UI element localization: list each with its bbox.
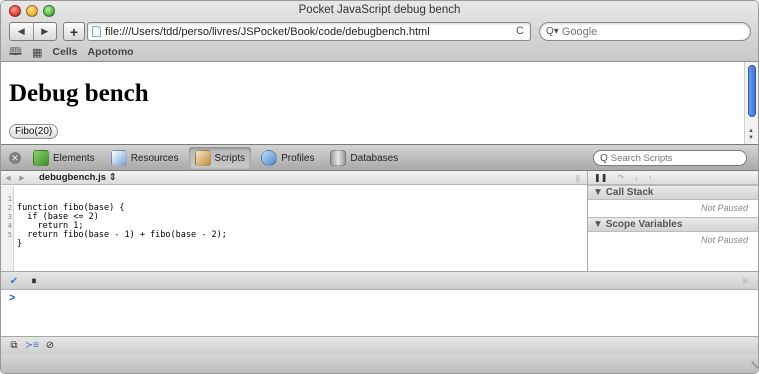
inspector-panel-tabs: Elements Resources Scripts Profiles Data…: [27, 147, 404, 169]
fibo-button[interactable]: Fibo(20): [9, 124, 59, 139]
databases-icon: [330, 150, 347, 166]
resources-icon: [110, 150, 127, 166]
tab-scripts[interactable]: Scripts: [188, 147, 252, 169]
back-button[interactable]: ◀: [10, 23, 34, 40]
window-bottom-bar: |||: [1, 354, 758, 373]
call-stack-header[interactable]: ▼ Call Stack: [588, 185, 758, 200]
resize-handle-icon[interactable]: ≡: [738, 275, 752, 288]
back-icon[interactable]: ◀: [1, 174, 15, 182]
call-stack-title: Call Stack: [605, 187, 654, 198]
code-line: 5 }: [1, 222, 42, 249]
forward-icon[interactable]: ▶: [15, 174, 29, 182]
checkmark-icon[interactable]: ✔: [7, 275, 21, 288]
tab-label: Resources: [130, 152, 179, 164]
script-file-select[interactable]: debugbench.js ⇕: [39, 172, 117, 183]
page-content: Debug bench Fibo(20) ▲ ▼: [1, 62, 758, 144]
tab-label: Scripts: [214, 152, 246, 164]
scope-variables-header[interactable]: ▼ Scope Variables: [588, 217, 758, 232]
bookmarks-bar: 🕮 ▦ Cells Apotomo: [9, 44, 134, 60]
url-text[interactable]: file:///Users/tdd/perso/livres/JSPocket/…: [105, 26, 430, 38]
inspector-close-button[interactable]: ✕: [9, 152, 21, 164]
splitter-grip-icon[interactable]: |||: [576, 174, 580, 183]
console-icon[interactable]: ≻≡: [25, 339, 39, 352]
address-bar[interactable]: file:///Users/tdd/perso/livres/JSPocket/…: [87, 22, 531, 41]
console-area[interactable]: >: [1, 290, 758, 336]
profiles-icon: [261, 150, 278, 166]
forward-arrow-icon: ▶: [41, 26, 49, 36]
page-scroll-thumb[interactable]: [748, 65, 756, 117]
back-arrow-icon: ◀: [17, 26, 25, 36]
tab-resources[interactable]: Resources: [105, 147, 185, 169]
page-scrollbar[interactable]: ▲ ▼: [744, 62, 758, 144]
scope-variables-status: Not Paused: [700, 235, 748, 245]
page-heading: Debug bench: [9, 80, 149, 107]
code-line: 2 if (base <= 2): [1, 195, 99, 222]
magnifier-icon: Q▾: [546, 26, 559, 37]
dock-icon[interactable]: ⧉: [7, 339, 21, 352]
step-into-icon[interactable]: ↓: [634, 173, 638, 182]
scripts-panel: ◀ ▶ debugbench.js ⇕ ||| 1 function fibo(…: [1, 171, 758, 271]
inspector-status-bar: ⧉ ≻≡ ⊘: [1, 336, 758, 354]
code-line: 3 return 1;: [1, 204, 84, 231]
reload-icon[interactable]: C: [516, 25, 524, 37]
call-stack-status: Not Paused: [700, 203, 748, 213]
bookmark-apotomo[interactable]: Apotomo: [88, 46, 134, 58]
search-scripts-input[interactable]: [610, 152, 741, 164]
console-prompt[interactable]: >: [9, 292, 15, 304]
forward-button[interactable]: ▶: [34, 23, 57, 40]
select-arrows-icon: ⇕: [108, 172, 117, 183]
tab-databases[interactable]: Databases: [324, 147, 404, 169]
close-icon: ✕: [11, 152, 19, 163]
inspector-toolbar: ✕ Elements Resources Scripts Profiles Da…: [1, 144, 758, 171]
tab-label: Profiles: [281, 152, 315, 164]
step-out-icon[interactable]: ↑: [648, 173, 652, 182]
step-over-icon[interactable]: ↷: [617, 173, 624, 182]
console-toolbar: ✔ ⏸ ≡: [1, 271, 758, 290]
clear-console-icon[interactable]: ⊘: [43, 339, 57, 352]
tab-elements[interactable]: Elements: [27, 147, 101, 169]
browser-chrome: Pocket JavaScript debug bench ◀ ▶ + file…: [1, 1, 758, 62]
search-icon: Q: [600, 152, 608, 164]
web-search-input[interactable]: [561, 25, 742, 38]
window-resize-grip-icon[interactable]: |||: [750, 361, 758, 369]
elements-icon: [33, 150, 49, 166]
pause-icon[interactable]: ❚❚: [594, 173, 607, 182]
source-code-view[interactable]: 1 function fibo(base) { 2 if (base <= 2)…: [1, 186, 587, 271]
code-line: 4 return fibo(base - 1) + fibo(base - 2)…: [1, 213, 227, 240]
back-forward-group: ◀ ▶: [9, 22, 57, 41]
add-bookmark-button[interactable]: +: [63, 22, 85, 41]
tab-label: Databases: [350, 152, 399, 164]
plus-icon: +: [69, 23, 79, 40]
bookmark-cells[interactable]: Cells: [52, 46, 77, 58]
top-sites-grid-icon[interactable]: ▦: [32, 46, 42, 59]
search-scripts-field[interactable]: Q: [593, 150, 747, 166]
script-navigation-bar: ◀ ▶ debugbench.js ⇕ |||: [1, 171, 587, 185]
pause-on-exceptions-icon[interactable]: ⏸: [27, 275, 41, 288]
window-title: Pocket JavaScript debug bench: [298, 4, 461, 16]
scope-variables-title: Scope Variables: [605, 219, 683, 230]
code-text: }: [17, 239, 23, 249]
tab-label: Elements: [53, 152, 95, 164]
debugger-sidebar: ❚❚ ↷ ↓ ↑ ▼ Call Stack Not Paused ▼ Scope…: [587, 171, 758, 271]
tab-profiles[interactable]: Profiles: [255, 147, 320, 169]
disclosure-triangle-icon: ▼: [593, 219, 603, 230]
browser-window: Pocket JavaScript debug bench ◀ ▶ + file…: [0, 0, 759, 374]
line-number[interactable]: 5: [1, 231, 12, 240]
debugger-controls: ❚❚ ↷ ↓ ↑: [588, 171, 758, 185]
web-search-field[interactable]: Q▾: [539, 22, 751, 41]
page-icon: [92, 26, 101, 37]
scripts-icon: [194, 150, 211, 166]
reading-list-icon[interactable]: 🕮: [9, 43, 22, 62]
code-text: return fibo(base - 1) + fibo(base - 2);: [17, 230, 227, 240]
scroll-arrows-icon[interactable]: ▲ ▼: [748, 128, 754, 142]
code-line: 1 function fibo(base) {: [1, 186, 125, 213]
script-file-name: debugbench.js: [39, 172, 107, 183]
disclosure-triangle-icon: ▼: [593, 187, 603, 198]
